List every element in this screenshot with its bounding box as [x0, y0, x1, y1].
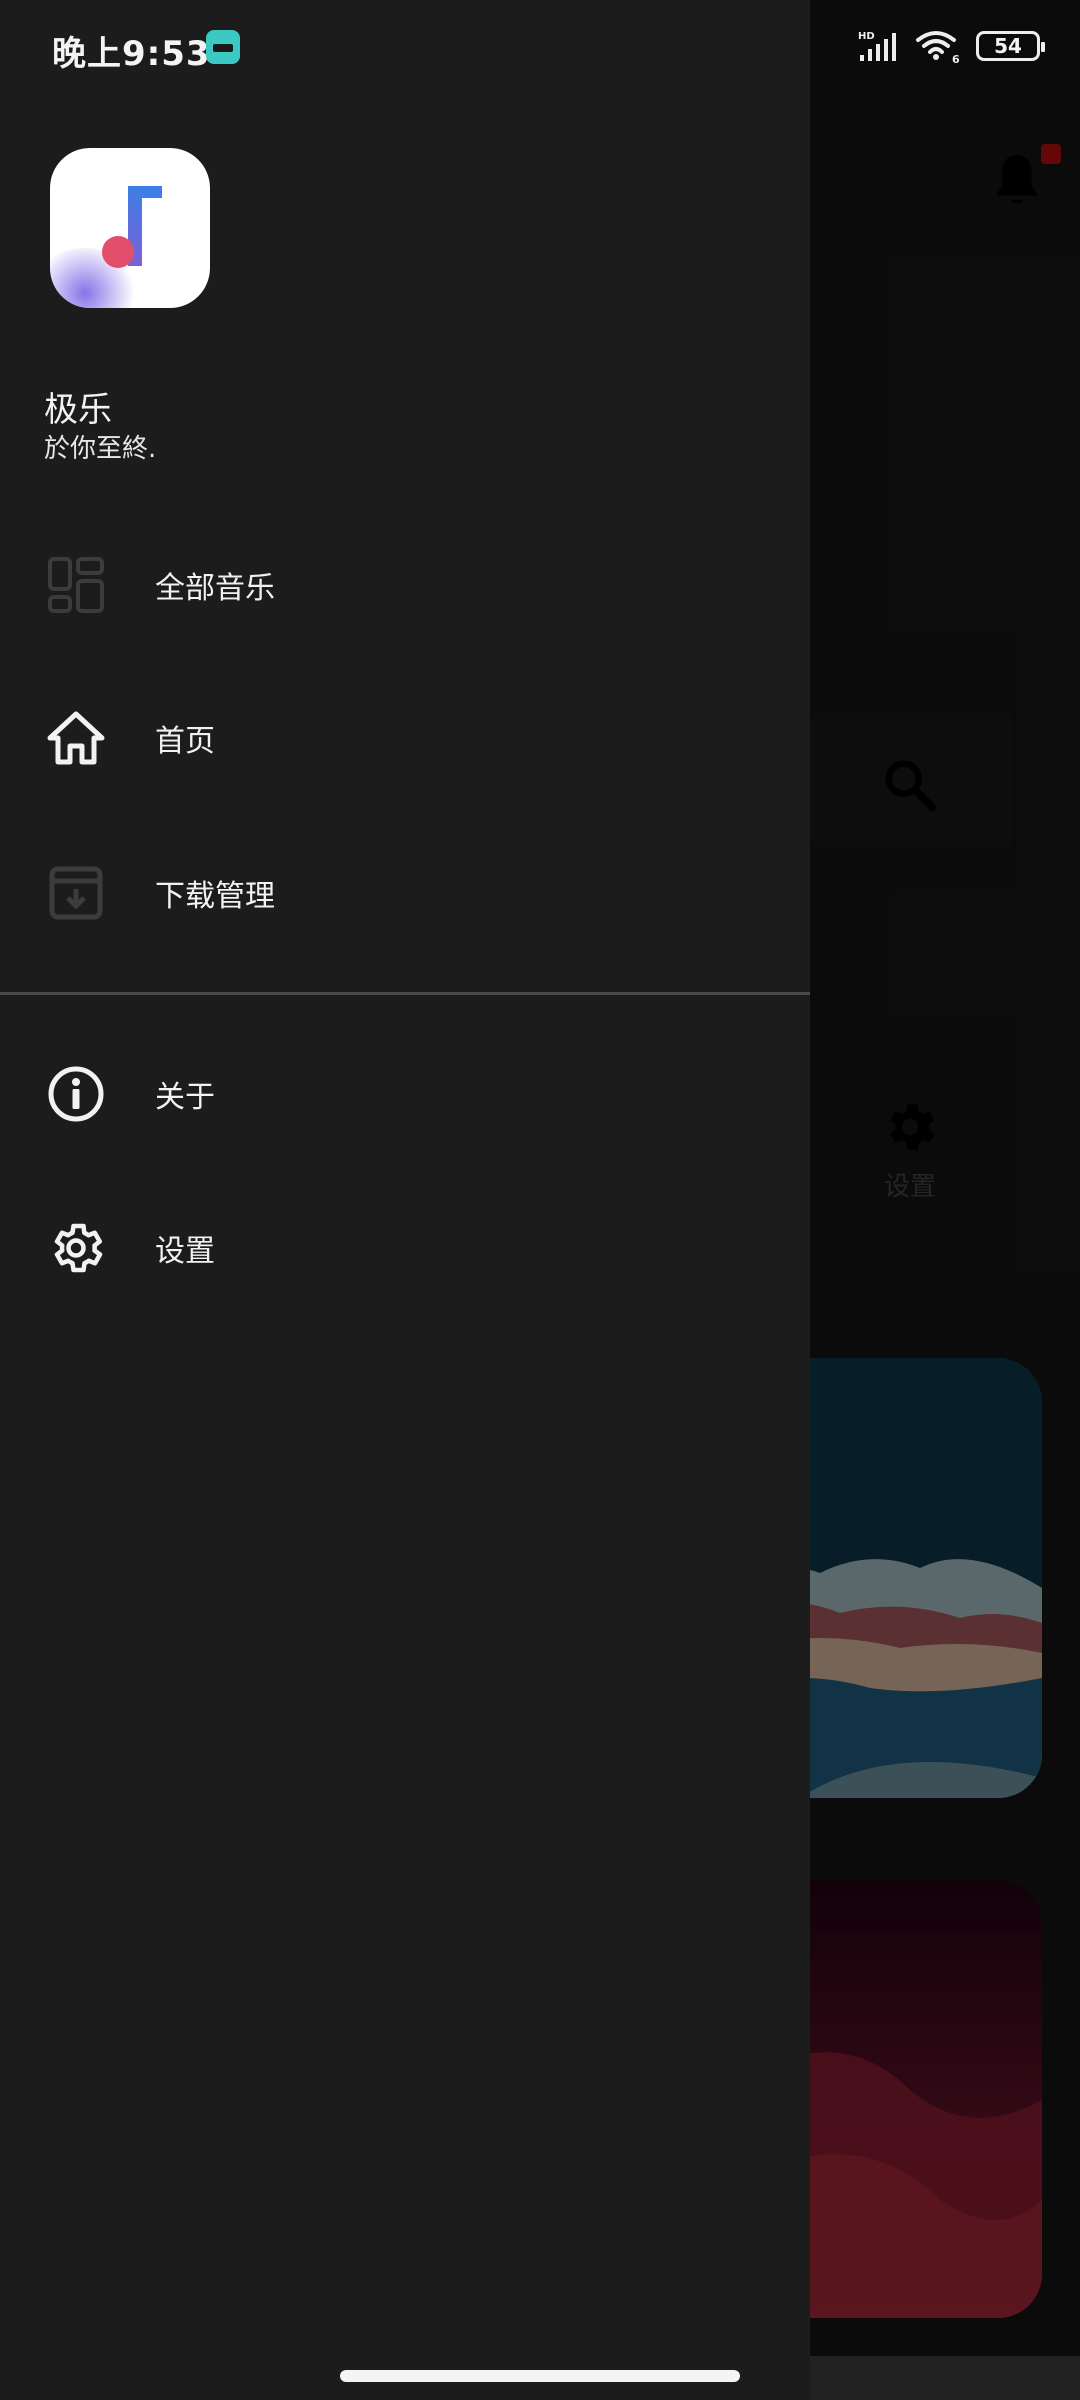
- magic-app-face: [213, 44, 233, 52]
- network-badge-text: HD: [858, 31, 875, 42]
- app-name: 极乐: [44, 390, 112, 430]
- menu-item-settings[interactable]: 设置: [0, 1188, 810, 1308]
- gesture-navigation-bar[interactable]: [340, 2370, 740, 2382]
- menu-item-all-music[interactable]: 全部音乐: [0, 525, 810, 645]
- wifi-icon: 6: [916, 31, 960, 64]
- battery-icon: 54: [976, 31, 1045, 61]
- status-indicators: HD 6 54: [858, 28, 1045, 64]
- menu-label-all-music: 全部音乐: [155, 571, 275, 606]
- menu-label-home: 首页: [155, 724, 215, 759]
- menu-label-downloads: 下载管理: [155, 879, 275, 914]
- grid-icon: [46, 555, 106, 615]
- navigation-drawer: 极乐 於你至終. 全部音乐 首页 下载管理 关于 设置: [0, 0, 810, 2400]
- settings-gear-icon: [46, 1218, 106, 1278]
- menu-item-about[interactable]: 关于: [0, 1034, 810, 1154]
- app-slogan: 於你至終.: [44, 434, 157, 464]
- menu-item-home[interactable]: 首页: [0, 678, 810, 798]
- menu-divider: [0, 992, 810, 995]
- screen: 设置 晚上9:53 HD 6 54 极乐 於你至終. 全部音乐 首页 下载管理 …: [0, 0, 1080, 2400]
- app-logo[interactable]: [50, 148, 210, 308]
- magic-app-notification-icon: [206, 30, 240, 64]
- menu-label-about: 关于: [155, 1080, 215, 1115]
- battery-level: 54: [994, 34, 1022, 58]
- menu-label-settings: 设置: [155, 1234, 215, 1269]
- wifi-sub-text: 6: [952, 53, 960, 64]
- music-note-logo-icon: [102, 186, 162, 268]
- cellular-signal-icon: HD: [858, 31, 896, 61]
- status-bar: 晚上9:53 HD 6 54: [0, 0, 1080, 96]
- status-time: 晚上9:53: [52, 34, 211, 74]
- info-icon: [46, 1064, 106, 1124]
- background-bottom-bar: [810, 2356, 1080, 2400]
- download-box-icon: [46, 863, 106, 923]
- home-icon: [46, 708, 106, 768]
- menu-item-downloads[interactable]: 下载管理: [0, 833, 810, 953]
